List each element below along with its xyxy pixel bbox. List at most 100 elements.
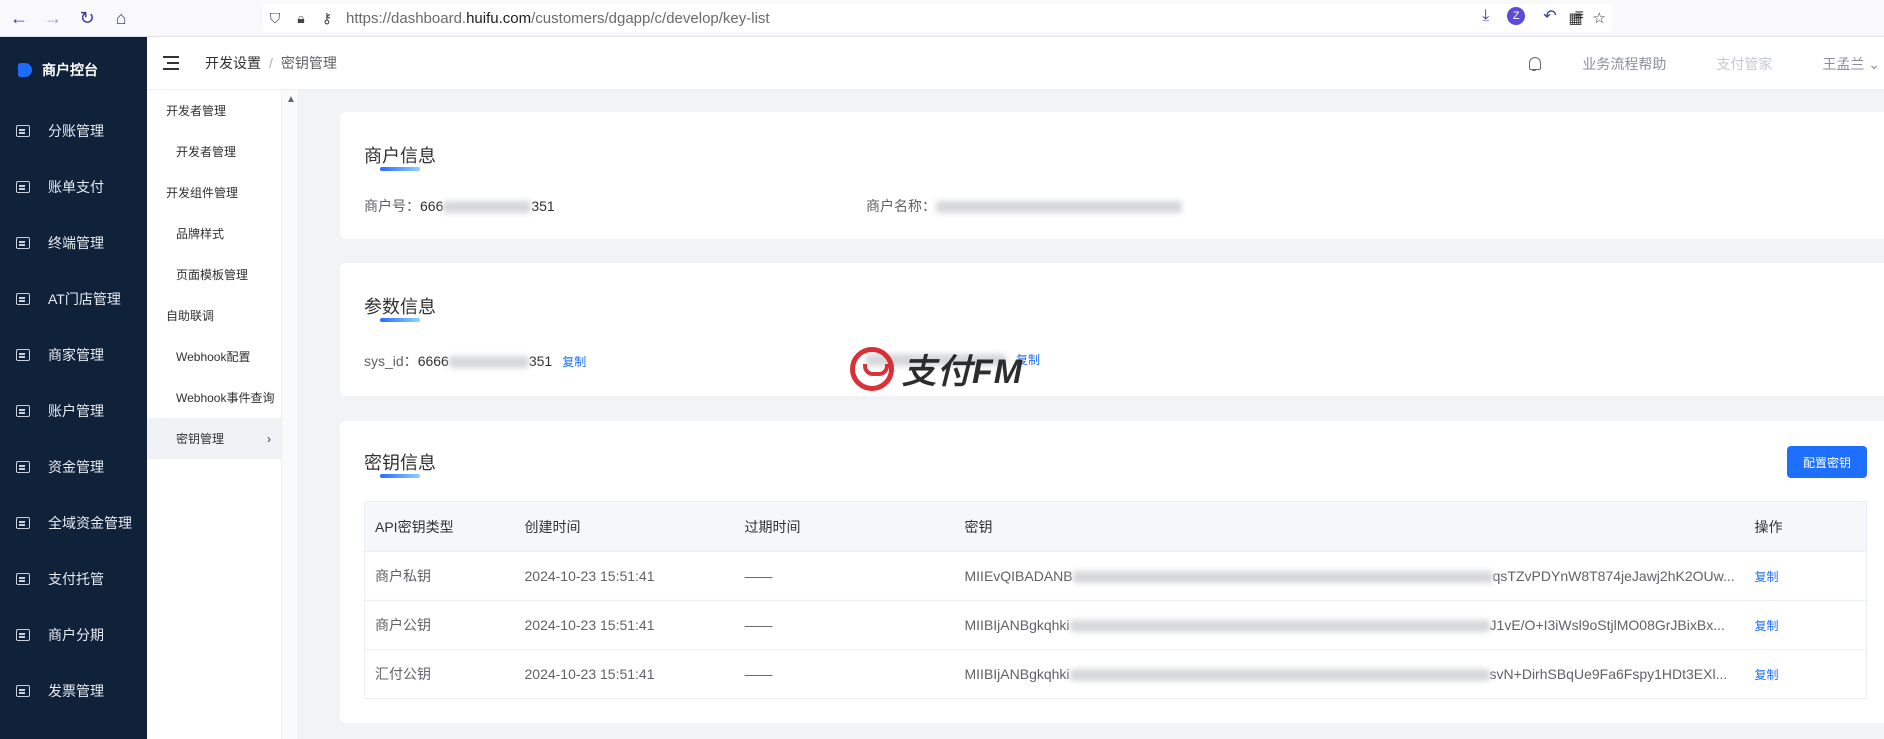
sidebar-item-bill-pay[interactable]: 账单支付 [0, 159, 147, 215]
pay-manager-link[interactable]: 支付管家 [1716, 54, 1772, 74]
created-cell: 2024-10-23 15:51:41 [514, 551, 735, 601]
app-name: 商户控台 [42, 62, 98, 78]
copy-key-button[interactable]: 复制 [1744, 551, 1867, 601]
app-logo[interactable]: 商户控台 [0, 37, 147, 103]
expires-cell: —— [734, 600, 955, 650]
key-type-cell: 商户公钥 [364, 600, 515, 650]
key-tail: J1vE/O+I3iWsl9oStjlMO08GrJBixBx... [1489, 617, 1725, 633]
merchant-no-field: 商户号：666 351 [364, 196, 555, 216]
sidebar-item-terminal[interactable]: 终端管理 [0, 215, 147, 271]
submenu-item-key-manage[interactable]: 密钥管理 › [147, 418, 281, 459]
top-header: 开发设置 / 密钥管理 业务流程帮助 支付管家 王孟兰 ⌄ [147, 37, 1884, 90]
key-cell: MIIBIjANBgkqhki J1vE/O+I3iWsl9oStjlMO08Gr… [954, 600, 1745, 650]
profile-avatar[interactable]: Z [1507, 7, 1526, 25]
sidebar-item-installment[interactable]: 商户分期 [0, 607, 147, 663]
menu-icon[interactable]: ≡ [1575, 7, 1584, 25]
copy-sys-id-button[interactable]: 复制 [562, 355, 586, 369]
key-tail: qsTZvPDYnW8T874jeJawj2hK2OUw... [1492, 568, 1735, 584]
copy-key-button[interactable]: 复制 [1744, 649, 1867, 699]
user-name: 王孟兰 [1822, 55, 1865, 72]
merchant-no-label: 商户号： [364, 198, 420, 214]
redacted-value [1069, 620, 1490, 633]
sidebar-item-account[interactable]: 账户管理 [0, 383, 147, 439]
bookmark-star-icon[interactable]: ☆ [1593, 9, 1606, 27]
help-link[interactable]: 业务流程帮助 [1582, 54, 1666, 74]
column-header: 操作 [1744, 501, 1867, 552]
scroll-up-icon[interactable]: ▲ [286, 94, 296, 105]
sidebar-item-split[interactable]: 分账管理 [0, 103, 147, 159]
key-tail: svN+DirhSBqUe9Fa6Fspy1HDt3EXl... [1489, 666, 1728, 682]
escrow-icon [16, 573, 30, 585]
submenu-item-brand-style[interactable]: 品牌样式 [147, 213, 298, 254]
terminal-icon [16, 237, 30, 249]
watermark-logo-icon [850, 346, 894, 391]
store-icon [16, 293, 30, 305]
account-icon [16, 405, 30, 417]
config-key-button[interactable]: 配置密钥 [1787, 446, 1867, 478]
key-cell: MIIEvQIBADANB qsTZvPDYnW8T874jeJawj2hK2OU… [954, 551, 1745, 601]
redacted-value [448, 356, 529, 369]
key-cell: MIIBIjANBgkqhki svN+DirhSBqUe9Fa6Fspy1HDt… [954, 649, 1745, 699]
notification-bell-icon[interactable] [1526, 56, 1542, 72]
sys-id-field: sys_id：6666 351 复制 [364, 351, 586, 371]
watermark: 支付FM [850, 344, 1023, 393]
copy-key-button[interactable]: 复制 [1744, 600, 1867, 650]
funds-icon [16, 461, 30, 473]
key-info-card: 密钥信息 配置密钥 API密钥类型 创建时间 过期时间 密钥 操作 商户私钥 2… [340, 421, 1884, 723]
key-type-cell: 汇付公钥 [364, 649, 515, 699]
global-funds-icon [16, 517, 30, 529]
sidebar-item-label: 账单支付 [48, 179, 104, 195]
submenu-item-label: 密钥管理 [176, 432, 225, 446]
key-head: MIIBIjANBgkqhki [964, 617, 1070, 633]
key-icon: ⚷ [321, 9, 333, 26]
installment-icon [16, 629, 30, 641]
sidebar-item-global-funds[interactable]: 全域资金管理 [0, 495, 147, 551]
forward-icon[interactable]: → [38, 3, 68, 33]
sidebar-item-merchant[interactable]: 商家管理 [0, 327, 147, 383]
key-type-cell: 商户私钥 [364, 551, 515, 601]
split-icon [16, 125, 30, 137]
sidebar-item-invoice[interactable]: 发票管理 [0, 663, 147, 719]
column-header: 过期时间 [734, 501, 955, 552]
redacted-value [443, 201, 532, 214]
merchant-name-field: 商户名称： [866, 196, 1182, 216]
submenu-item-page-templates[interactable]: 页面模板管理 [147, 254, 298, 295]
url-text[interactable]: https://dashboard.huifu.com/customers/dg… [346, 10, 770, 27]
table-row: 商户私钥 2024-10-23 15:51:41 —— MIIEvQIBADAN… [364, 551, 1867, 601]
collapse-menu-icon[interactable] [163, 56, 183, 70]
sys-id-label: sys_id： [364, 353, 418, 369]
browser-toolbar: ← → ↻ ⌂ ⛉ 🔒︎ ⚷ https://dashboard.huifu.c… [0, 0, 1884, 37]
submenu-item-webhook-events[interactable]: Webhook事件查询 [147, 377, 298, 418]
key-info-title: 密钥信息 [364, 449, 436, 478]
reload-icon[interactable]: ↻ [72, 3, 102, 33]
user-menu[interactable]: 王孟兰 ⌄ [1822, 54, 1880, 74]
key-table: API密钥类型 创建时间 过期时间 密钥 操作 商户私钥 2024-10-23 … [364, 501, 1867, 699]
submenu-item-developer-manage[interactable]: 开发者管理 [147, 131, 298, 172]
merchant-info-title: 商户信息 [364, 142, 436, 171]
breadcrumb-parent[interactable]: 开发设置 [205, 55, 261, 71]
sidebar-item-funds[interactable]: 资金管理 [0, 439, 147, 495]
created-cell: 2024-10-23 15:51:41 [514, 649, 735, 699]
back-icon[interactable]: ← [4, 3, 34, 33]
submenu-scrollbar[interactable]: ▲ [281, 90, 298, 739]
sys-id-prefix: 6666 [417, 353, 449, 369]
submenu-group-self-debug: 自助联调 [166, 309, 215, 323]
home-icon[interactable]: ⌂ [106, 3, 136, 33]
column-header: 密钥 [954, 501, 1745, 552]
chevron-right-icon: › [267, 431, 271, 446]
submenu-group-components: 开发组件管理 [166, 186, 239, 200]
sidebar-item-label: 支付托管 [48, 571, 104, 587]
bill-icon [16, 181, 30, 193]
logo-icon [18, 63, 32, 77]
address-bar[interactable]: ⛉ 🔒︎ ⚷ https://dashboard.huifu.com/custo… [262, 4, 1612, 32]
download-icon[interactable]: ⤓ [1482, 7, 1489, 25]
merchant-no-suffix: 351 [531, 198, 555, 214]
undo-icon[interactable]: ↶ [1543, 6, 1556, 26]
submenu-item-webhook-config[interactable]: Webhook配置 [147, 336, 298, 377]
sidebar-item-escrow[interactable]: 支付托管 [0, 551, 147, 607]
column-header: API密钥类型 [364, 501, 515, 552]
sidebar-item-store[interactable]: AT门店管理 [0, 271, 147, 327]
shield-icon: ⛉ [269, 9, 281, 26]
column-header: 创建时间 [514, 501, 735, 552]
expires-cell: —— [734, 649, 955, 699]
